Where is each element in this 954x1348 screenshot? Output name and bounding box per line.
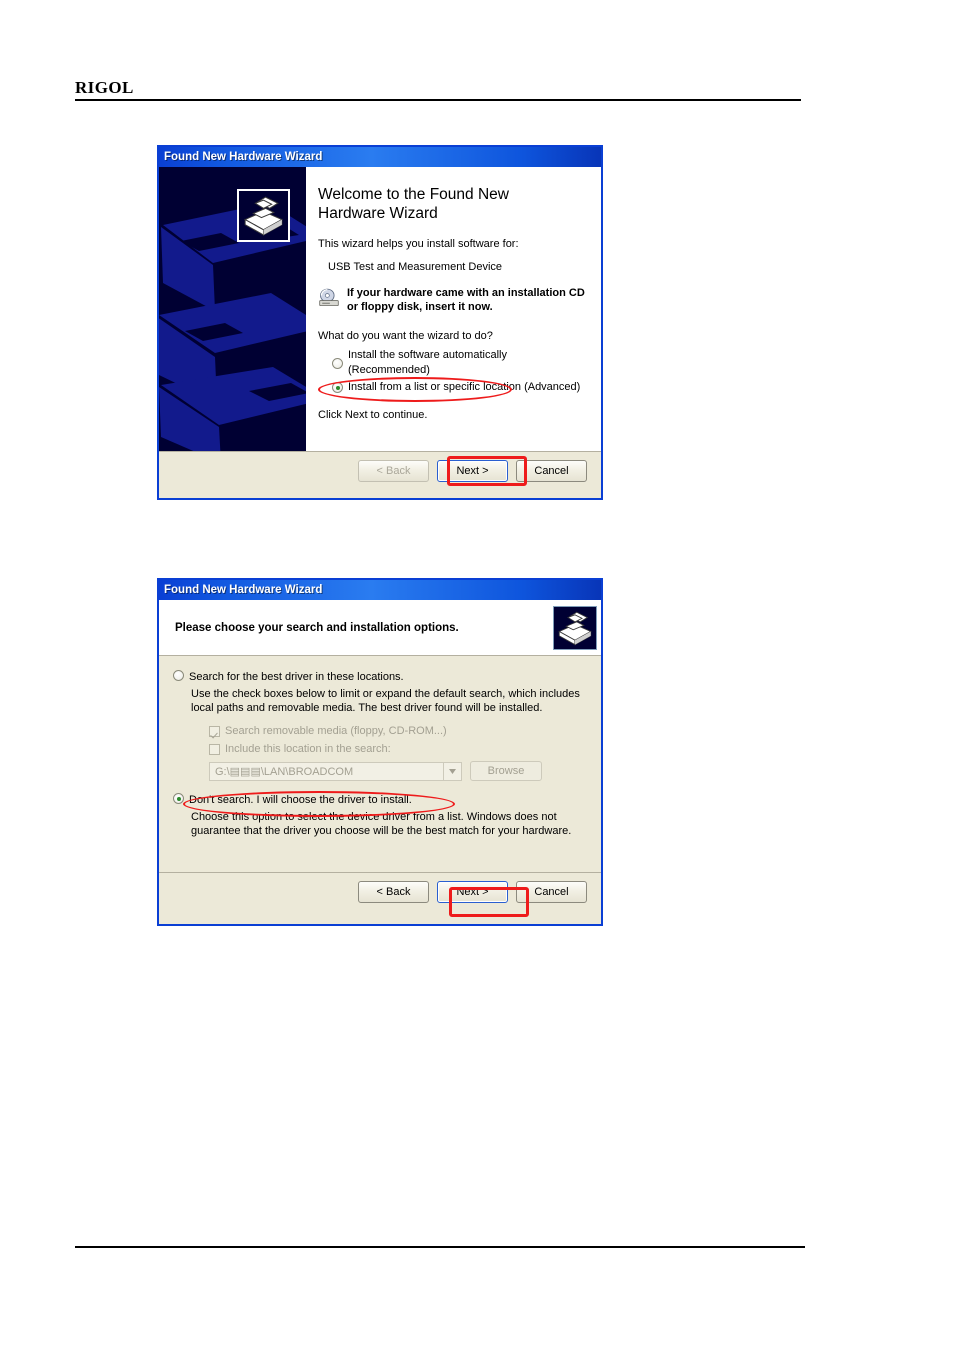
dialog1-footer: < Back Next > Cancel	[159, 451, 601, 490]
cd-note-text: If your hardware came with an installati…	[347, 287, 585, 313]
location-path-combobox[interactable]: G:\▤▤▤\LAN\BROADCOM	[209, 761, 462, 781]
installation-cd-note: If your hardware came with an installati…	[318, 287, 589, 314]
dialog2-header-strip: Please choose your search and installati…	[159, 600, 601, 656]
footer-rule	[75, 1246, 805, 1248]
checkbox-icon-checked[interactable]	[209, 725, 220, 737]
radio-install-from-list[interactable]: Install from a list or specific location…	[332, 380, 589, 395]
dialog2-footer: < Back Next > Cancel	[159, 872, 601, 911]
radio-icon-unchecked[interactable]	[332, 357, 343, 369]
cancel-button[interactable]: Cancel	[516, 460, 587, 482]
radio-search-best-driver-label: Search for the best driver in these loca…	[189, 671, 404, 683]
header-rule	[75, 99, 801, 101]
radio-install-automatically[interactable]: Install the software automatically (Reco…	[332, 348, 589, 378]
page-header: RIGOL	[75, 78, 801, 98]
radio-search-best-driver[interactable]: Search for the best driver in these loca…	[173, 670, 587, 684]
chevron-down-icon[interactable]	[443, 762, 461, 780]
hardware-wizard-icon	[553, 605, 597, 650]
dialog1-titlebar[interactable]: Found New Hardware Wizard	[159, 147, 601, 167]
next-button[interactable]: Next >	[437, 460, 508, 482]
checkbox-icon-unchecked[interactable]	[209, 743, 220, 755]
radio-install-automatically-label: Install the software automatically (Reco…	[348, 349, 507, 376]
checkbox-search-removable-media-label: Search removable media (floppy, CD-ROM..…	[225, 725, 447, 737]
cancel-button[interactable]: Cancel	[516, 881, 587, 903]
dialog2-title: Found New Hardware Wizard	[164, 584, 323, 596]
dialog2-heading: Please choose your search and installati…	[175, 621, 459, 634]
dialog1-body: Welcome to the Found New Hardware Wizard…	[159, 167, 601, 451]
radio-icon-unchecked[interactable]	[173, 670, 184, 681]
radio-dont-search[interactable]: Don't search. I will choose the driver t…	[173, 793, 587, 807]
wizard-question: What do you want the wizard to do?	[318, 330, 493, 342]
welcome-heading: Welcome to the Found New Hardware Wizard	[318, 186, 509, 222]
dialog1-title: Found New Hardware Wizard	[164, 151, 323, 163]
radio-icon-checked[interactable]	[332, 382, 343, 393]
checkbox-include-location-label: Include this location in the search:	[225, 743, 391, 755]
device-name: USB Test and Measurement Device	[328, 261, 503, 273]
browse-button[interactable]: Browse	[470, 761, 542, 781]
found-new-hardware-wizard-options-dialog[interactable]: Found New Hardware Wizard Please choose …	[157, 578, 603, 926]
hardware-wizard-icon	[237, 189, 290, 242]
back-button[interactable]: < Back	[358, 460, 429, 482]
checkbox-include-location[interactable]: Include this location in the search:	[209, 743, 587, 755]
back-button[interactable]: < Back	[358, 881, 429, 903]
wizard-banner	[159, 167, 306, 451]
radio-icon-checked[interactable]	[173, 793, 184, 804]
dialog2-body: Search for the best driver in these loca…	[159, 656, 601, 872]
search-best-driver-description: Use the check boxes below to limit or ex…	[191, 688, 580, 714]
click-next-note: Click Next to continue.	[318, 409, 428, 421]
radio-install-from-list-label: Install from a list or specific location…	[348, 381, 581, 393]
location-path-value: G:\▤▤▤\LAN\BROADCOM	[215, 765, 354, 778]
found-new-hardware-wizard-welcome-dialog[interactable]: Found New Hardware Wizard Welcome to the…	[157, 145, 603, 500]
dialog1-content: Welcome to the Found New Hardware Wizard…	[306, 167, 601, 451]
location-path-row[interactable]: G:\▤▤▤\LAN\BROADCOM Browse	[209, 761, 587, 781]
cd-drive-icon	[319, 288, 339, 307]
next-button[interactable]: Next >	[437, 881, 508, 903]
brand-logo: RIGOL	[75, 78, 134, 97]
dialog2-titlebar[interactable]: Found New Hardware Wizard	[159, 580, 601, 600]
radio-dont-search-label: Don't search. I will choose the driver t…	[189, 794, 412, 806]
welcome-intro: This wizard helps you install software f…	[318, 238, 519, 250]
dont-search-description: Choose this option to select the device …	[191, 811, 572, 837]
checkbox-search-removable-media[interactable]: Search removable media (floppy, CD-ROM..…	[209, 725, 587, 737]
